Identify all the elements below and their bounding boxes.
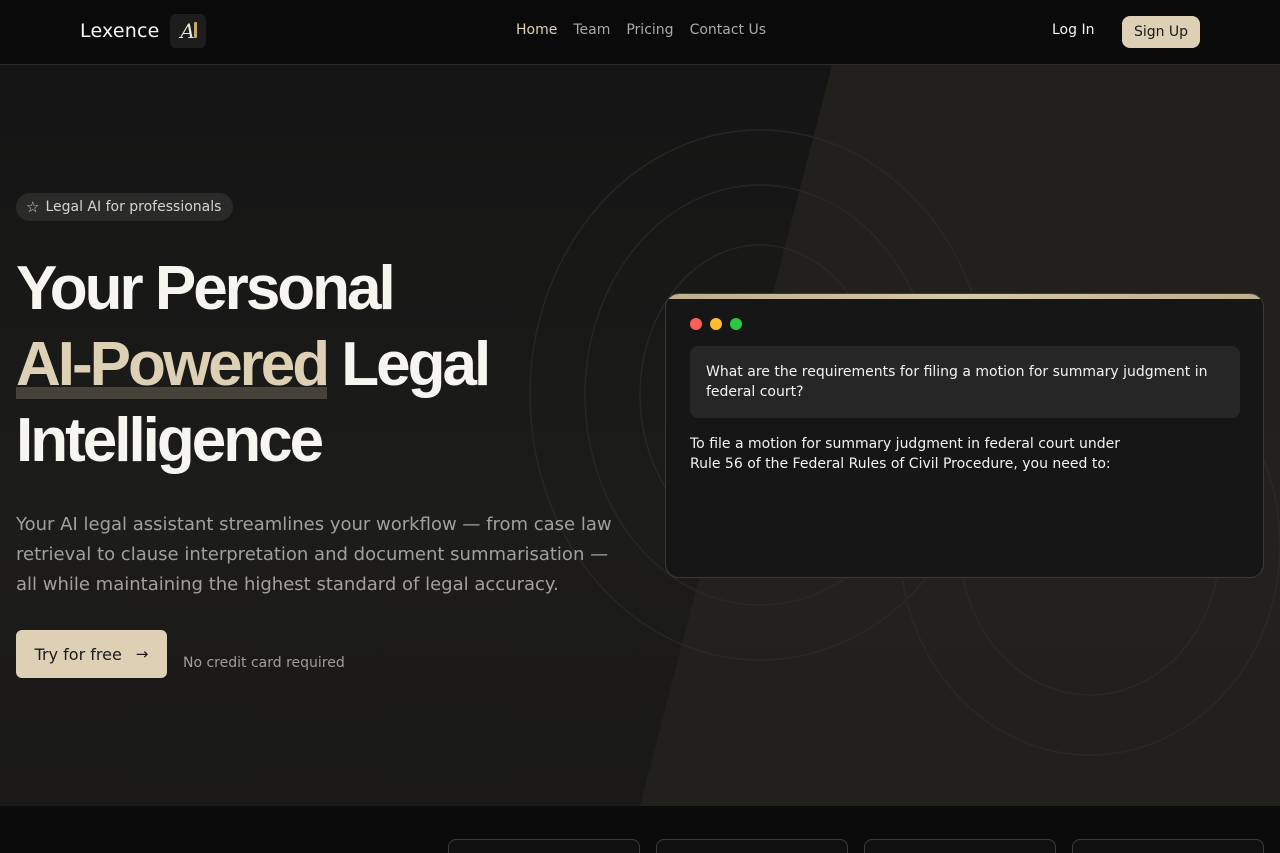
star-icon: ☆ bbox=[26, 198, 40, 216]
feature-card bbox=[656, 839, 848, 853]
try-for-free-button[interactable]: Try for free → bbox=[16, 630, 167, 678]
login-link[interactable]: Log In bbox=[1052, 22, 1094, 38]
maximize-dot-icon bbox=[730, 318, 742, 330]
signup-button[interactable]: Sign Up bbox=[1122, 16, 1200, 48]
window-controls bbox=[690, 318, 742, 330]
brand-logo-letter: A bbox=[180, 19, 195, 43]
headline-line1: Your Personal bbox=[16, 254, 396, 323]
arrow-right-icon: → bbox=[135, 645, 149, 663]
cta-label: Try for free bbox=[34, 644, 122, 664]
brand-name: Lexence bbox=[80, 20, 160, 42]
close-dot-icon bbox=[690, 318, 702, 330]
cta-note: No credit card required bbox=[183, 655, 345, 671]
hero-headline: Your Personal AI-Powered Legal Intellige… bbox=[16, 251, 636, 479]
hero-section: ☆ Legal AI for professionals Your Person… bbox=[0, 65, 1280, 806]
nav-link-pricing[interactable]: Pricing bbox=[626, 22, 673, 38]
headline-line3: Intelligence bbox=[16, 406, 324, 475]
hero-badge: ☆ Legal AI for professionals bbox=[16, 193, 234, 221]
minimize-dot-icon bbox=[710, 318, 722, 330]
chat-accent-bar bbox=[666, 294, 1263, 299]
headline-highlight: AI-Powered bbox=[16, 327, 330, 403]
features-section bbox=[0, 806, 1280, 853]
hero-badge-label: Legal AI for professionals bbox=[45, 199, 222, 215]
ai-message-text: To file a motion for summary judgment in… bbox=[690, 436, 1121, 472]
nav-link-team[interactable]: Team bbox=[573, 22, 610, 38]
user-message-bubble: What are the requirements for filing a m… bbox=[690, 346, 1240, 418]
nav-links: Home Team Pricing Contact Us bbox=[516, 22, 766, 38]
brand[interactable]: Lexence A bbox=[80, 14, 206, 48]
feature-card bbox=[1072, 839, 1264, 853]
nav-link-home[interactable]: Home bbox=[516, 22, 557, 38]
top-navbar: Lexence A Home Team Pricing Contact Us L… bbox=[0, 0, 1280, 65]
headline-line2-rest: Legal bbox=[341, 330, 491, 399]
brand-logo-icon: A bbox=[169, 14, 206, 48]
feature-card bbox=[864, 839, 1056, 853]
nav-link-contact[interactable]: Contact Us bbox=[690, 22, 766, 38]
logo-pillar-icon bbox=[193, 22, 197, 38]
feature-card bbox=[448, 839, 640, 853]
hero-subtext: Your AI legal assistant streamlines your… bbox=[16, 514, 612, 595]
chat-preview-card: What are the requirements for filing a m… bbox=[665, 293, 1264, 578]
